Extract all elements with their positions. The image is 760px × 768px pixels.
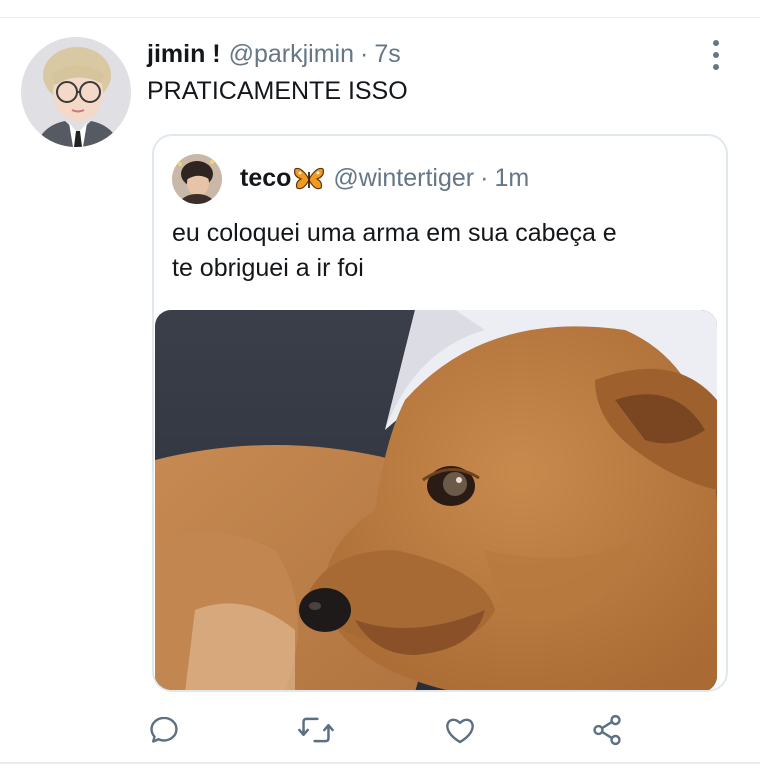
quoted-handle[interactable]: @wintertiger [333,164,474,193]
share-icon [593,714,621,746]
bottom-divider [0,762,760,764]
tweet-header: jimin ! @parkjimin · 7s [147,40,401,74]
dot [713,52,719,58]
like-icon [446,718,474,744]
action-bar [0,708,760,752]
timestamp[interactable]: 7s [374,40,400,69]
top-divider [0,17,760,18]
share-button[interactable] [587,708,627,752]
butterfly-icon [294,167,325,189]
handle[interactable]: @parkjimin [229,40,354,69]
reply-button[interactable] [144,708,184,752]
avatar[interactable] [21,37,131,147]
quoted-profile-photo [172,154,222,204]
quoted-text-line-1: eu coloquei uma arma em sua cabeça e [172,219,617,247]
dot [713,40,719,46]
display-name[interactable]: jimin ! [147,40,221,69]
reply-icon [150,716,178,743]
quoted-tweet[interactable]: teco @wintertiger · 1m eu coloquei uma a… [152,134,728,692]
profile-photo [21,37,131,147]
quoted-text-line-2: te obriguei a ir foi [172,254,364,282]
dog-photo [155,310,717,690]
quoted-separator: · [480,164,489,192]
separator: · [360,40,369,68]
retweet-icon [298,717,334,743]
quoted-avatar[interactable] [172,154,222,204]
quoted-image[interactable] [155,310,717,690]
retweet-button[interactable] [296,708,336,752]
quoted-timestamp[interactable]: 1m [494,164,529,193]
more-options-icon[interactable] [706,40,726,70]
quoted-header: teco @wintertiger · 1m [240,164,529,193]
quoted-display-name[interactable]: teco [240,164,291,193]
dot [713,64,719,70]
tweet-text: PRATICAMENTE ISSO [147,77,408,105]
quoted-text: eu coloquei uma arma em sua cabeça e te … [172,216,712,286]
like-button[interactable] [440,708,480,752]
